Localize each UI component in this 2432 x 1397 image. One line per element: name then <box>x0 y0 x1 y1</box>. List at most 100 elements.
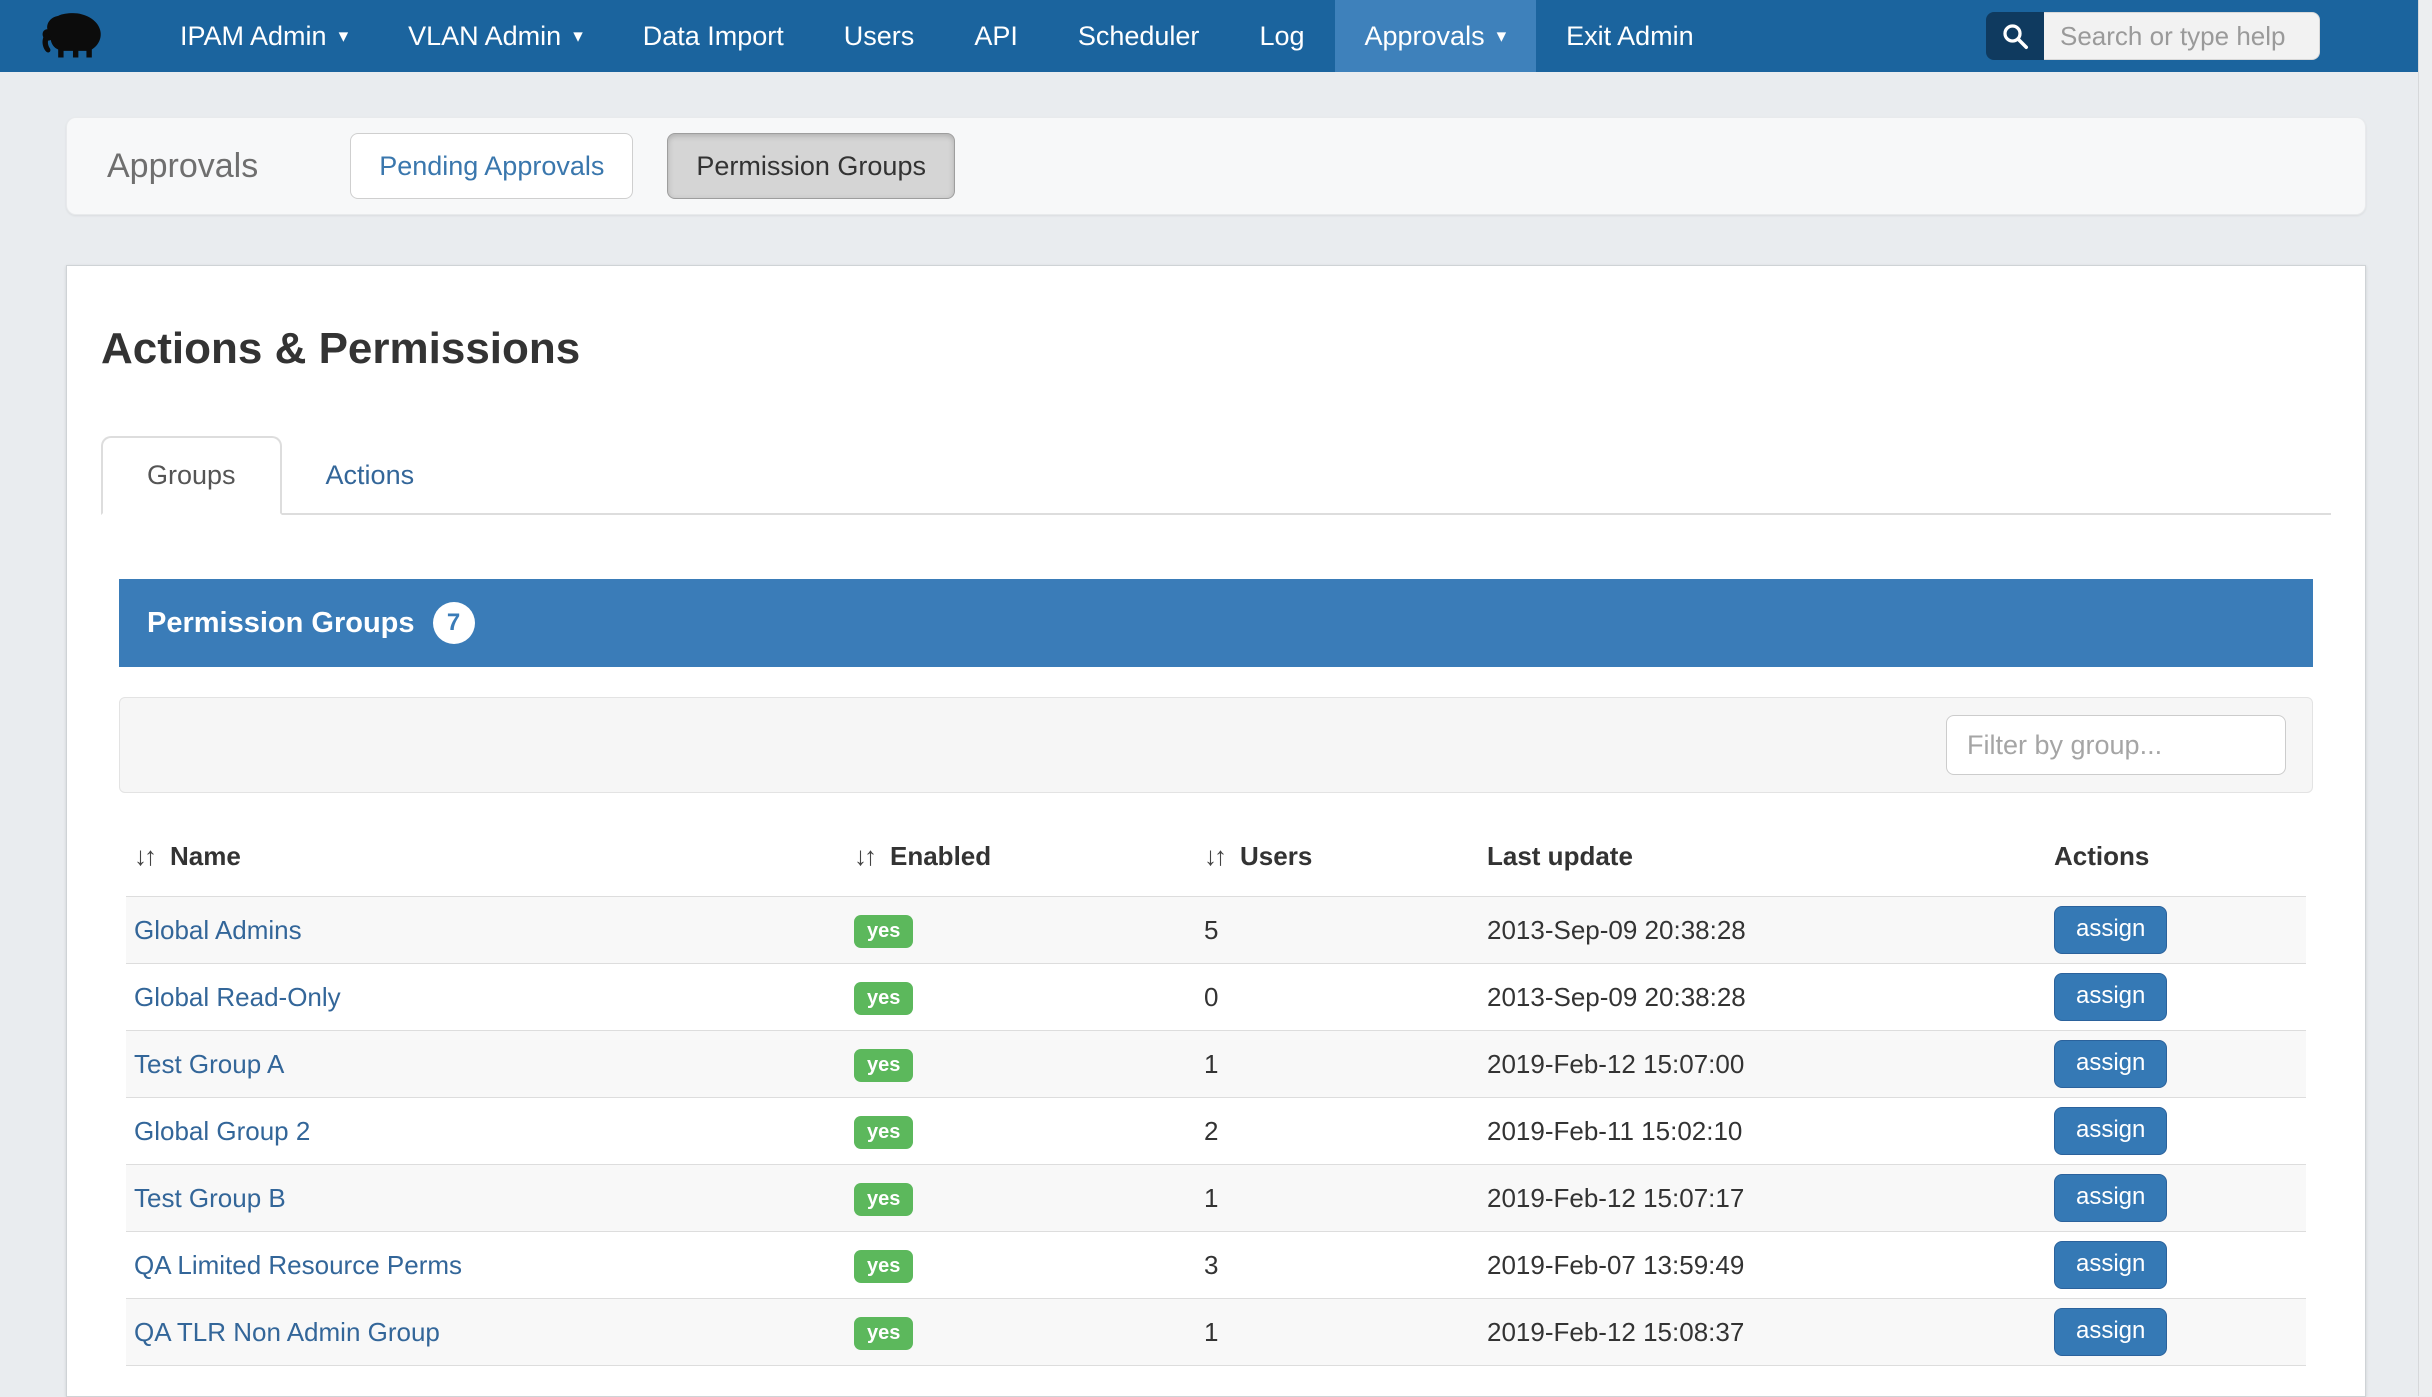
last-update: 2013-Sep-09 20:38:28 <box>1487 915 1746 945</box>
tab-bar: Groups Actions <box>101 436 2331 515</box>
column-label: Last update <box>1487 841 1633 871</box>
search-input[interactable] <box>2044 12 2320 60</box>
approvals-page-title: Approvals <box>107 147 258 186</box>
nav-item-label: VLAN Admin <box>408 21 561 52</box>
column-header-users[interactable]: ↓↑ Users <box>1196 829 1479 897</box>
nav-item-label: Approvals <box>1365 21 1485 52</box>
sort-icon[interactable]: ↓↑ <box>854 841 874 871</box>
app-logo <box>0 0 150 72</box>
nav-item-users[interactable]: Users <box>814 0 945 72</box>
group-name-link[interactable]: Test Group A <box>134 1049 284 1079</box>
table-row: Test Group B yes 1 2019-Feb-12 15:07:17 … <box>126 1165 2306 1232</box>
enabled-badge: yes <box>854 1183 913 1216</box>
users-count: 3 <box>1204 1250 1218 1280</box>
tab-actions[interactable]: Actions <box>282 438 459 513</box>
permission-groups-button[interactable]: Permission Groups <box>667 133 955 199</box>
column-header-enabled[interactable]: ↓↑ Enabled <box>846 829 1196 897</box>
nav-item-scheduler[interactable]: Scheduler <box>1048 0 1230 72</box>
last-update: 2019-Feb-12 15:07:00 <box>1487 1049 1744 1079</box>
approvals-header-panel: Approvals Pending Approvals Permission G… <box>66 117 2366 215</box>
last-update: 2019-Feb-12 15:08:37 <box>1487 1317 1744 1347</box>
enabled-badge: yes <box>854 1317 913 1350</box>
table-toolbar <box>119 697 2313 793</box>
assign-button[interactable]: assign <box>2054 973 2167 1021</box>
nav-item-label: Scheduler <box>1078 21 1200 52</box>
group-name-link[interactable]: QA Limited Resource Perms <box>134 1250 462 1280</box>
group-name-link[interactable]: Global Read-Only <box>134 982 341 1012</box>
search-icon[interactable] <box>1986 12 2044 60</box>
assign-button[interactable]: assign <box>2054 1107 2167 1155</box>
column-label: Actions <box>2054 841 2149 871</box>
nav-item-vlan-admin[interactable]: VLAN Admin ▾ <box>378 0 613 72</box>
nav-item-log[interactable]: Log <box>1229 0 1334 72</box>
column-label: Name <box>170 841 241 871</box>
vertical-scrollbar[interactable] <box>2418 0 2432 1396</box>
users-count: 1 <box>1204 1049 1218 1079</box>
nav-menu: IPAM Admin ▾ VLAN Admin ▾ Data Import Us… <box>150 0 1724 72</box>
users-count: 1 <box>1204 1317 1218 1347</box>
sort-icon[interactable]: ↓↑ <box>1204 841 1224 871</box>
nav-item-label: IPAM Admin <box>180 21 327 52</box>
nav-item-data-import[interactable]: Data Import <box>613 0 814 72</box>
users-count: 1 <box>1204 1183 1218 1213</box>
column-header-actions: Actions <box>2046 829 2306 897</box>
nav-item-exit-admin[interactable]: Exit Admin <box>1536 0 1724 72</box>
column-label: Users <box>1240 841 1312 871</box>
permission-groups-table: ↓↑ Name ↓↑ Enabled ↓↑ Users Last update Act… <box>126 829 2306 1366</box>
caret-down-icon: ▾ <box>573 27 583 46</box>
assign-button[interactable]: assign <box>2054 1174 2167 1222</box>
sort-icon[interactable]: ↓↑ <box>134 841 154 871</box>
table-row: QA TLR Non Admin Group yes 1 2019-Feb-12… <box>126 1299 2306 1366</box>
table-row: Global Group 2 yes 2 2019-Feb-11 15:02:1… <box>126 1098 2306 1165</box>
group-name-link[interactable]: Global Group 2 <box>134 1116 310 1146</box>
enabled-badge: yes <box>854 915 913 948</box>
permission-groups-section: Permission Groups 7 ↓↑ Name ↓↑ Enabled <box>119 579 2313 1366</box>
enabled-badge: yes <box>854 1116 913 1149</box>
nav-item-api[interactable]: API <box>944 0 1048 72</box>
nav-item-label: Log <box>1259 21 1304 52</box>
users-count: 5 <box>1204 915 1218 945</box>
nav-item-ipam-admin[interactable]: IPAM Admin ▾ <box>150 0 378 72</box>
assign-button[interactable]: assign <box>2054 906 2167 954</box>
actions-permissions-panel: Actions & Permissions Groups Actions Per… <box>66 265 2366 1397</box>
mammoth-logo-icon <box>38 2 112 71</box>
users-count: 0 <box>1204 982 1218 1012</box>
last-update: 2019-Feb-11 15:02:10 <box>1487 1116 1742 1146</box>
users-count: 2 <box>1204 1116 1218 1146</box>
filter-by-group-input[interactable] <box>1946 715 2286 775</box>
column-header-name[interactable]: ↓↑ Name <box>126 829 846 897</box>
last-update: 2019-Feb-12 15:07:17 <box>1487 1183 1744 1213</box>
table-header-row: ↓↑ Name ↓↑ Enabled ↓↑ Users Last update Act… <box>126 829 2306 897</box>
column-header-last-update: Last update <box>1479 829 2046 897</box>
page-title: Actions & Permissions <box>101 324 2331 374</box>
group-name-link[interactable]: Global Admins <box>134 915 302 945</box>
table-row: QA Limited Resource Perms yes 3 2019-Feb… <box>126 1232 2306 1299</box>
enabled-badge: yes <box>854 1250 913 1283</box>
top-navbar: IPAM Admin ▾ VLAN Admin ▾ Data Import Us… <box>0 0 2432 72</box>
assign-button[interactable]: assign <box>2054 1308 2167 1356</box>
column-label: Enabled <box>890 841 991 871</box>
table-row: Test Group A yes 1 2019-Feb-12 15:07:00 … <box>126 1031 2306 1098</box>
table-row: Global Admins yes 5 2013-Sep-09 20:38:28… <box>126 897 2306 964</box>
group-name-link[interactable]: Test Group B <box>134 1183 286 1213</box>
nav-item-label: Users <box>844 21 915 52</box>
caret-down-icon: ▾ <box>339 27 349 46</box>
last-update: 2019-Feb-07 13:59:49 <box>1487 1250 1744 1280</box>
global-search <box>1986 12 2320 60</box>
group-name-link[interactable]: QA TLR Non Admin Group <box>134 1317 440 1347</box>
assign-button[interactable]: assign <box>2054 1241 2167 1289</box>
caret-down-icon: ▾ <box>1497 27 1507 46</box>
pending-approvals-button[interactable]: Pending Approvals <box>350 133 633 199</box>
table-row: Global Read-Only yes 0 2013-Sep-09 20:38… <box>126 964 2306 1031</box>
assign-button[interactable]: assign <box>2054 1040 2167 1088</box>
enabled-badge: yes <box>854 1049 913 1082</box>
permission-groups-heading: Permission Groups 7 <box>119 579 2313 667</box>
group-count-badge: 7 <box>433 602 475 644</box>
last-update: 2013-Sep-09 20:38:28 <box>1487 982 1746 1012</box>
nav-item-label: API <box>974 21 1018 52</box>
nav-item-approvals[interactable]: Approvals ▾ <box>1335 0 1537 72</box>
tab-groups[interactable]: Groups <box>101 436 282 515</box>
nav-item-label: Exit Admin <box>1566 21 1694 52</box>
panel-heading-title: Permission Groups <box>147 607 415 640</box>
enabled-badge: yes <box>854 982 913 1015</box>
